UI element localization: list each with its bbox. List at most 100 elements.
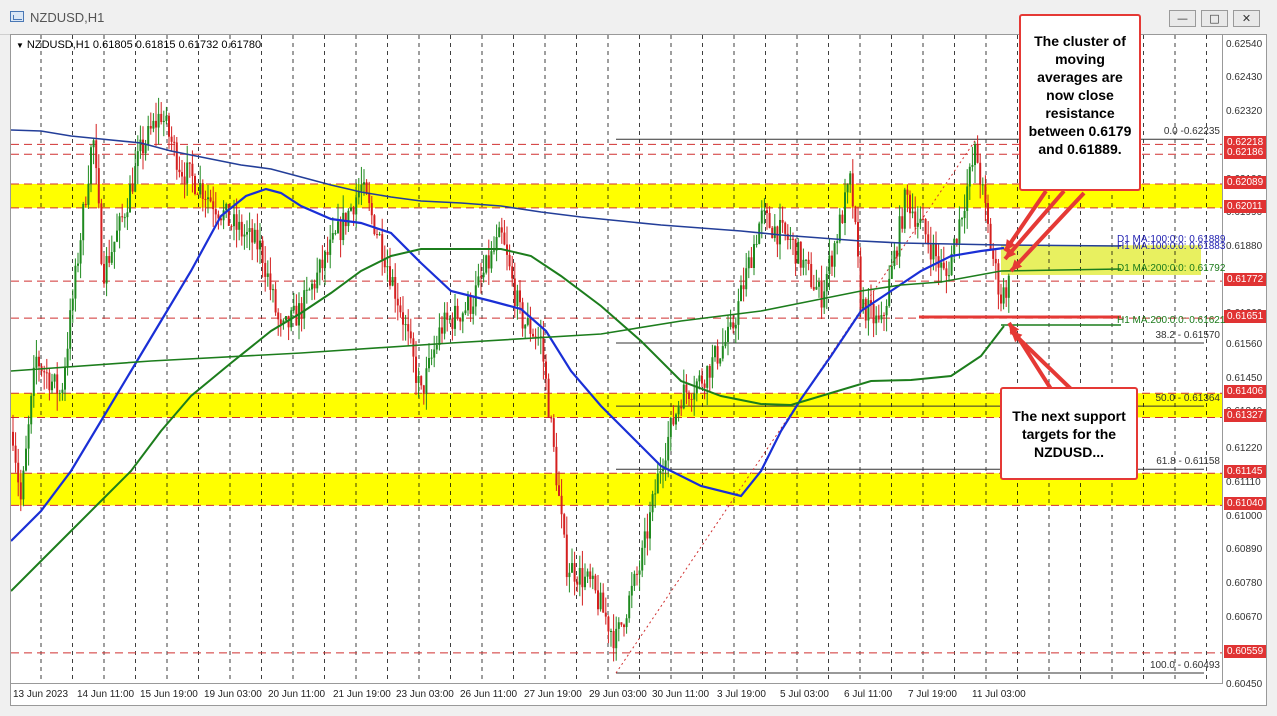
candle-body bbox=[389, 266, 391, 286]
candle-body bbox=[545, 361, 547, 379]
time-tick-label: 29 Jun 03:00 bbox=[589, 689, 647, 700]
candle-body bbox=[1002, 287, 1005, 304]
candle-body bbox=[516, 290, 519, 306]
candle-body bbox=[285, 316, 287, 321]
candle-body bbox=[409, 331, 412, 339]
candle-body bbox=[922, 218, 924, 220]
candle-body bbox=[914, 211, 917, 227]
moving-average-label: H1 MA:200:0:0: 0.61621 bbox=[1117, 315, 1226, 326]
candle-body bbox=[656, 473, 659, 494]
candle-body bbox=[859, 256, 862, 309]
candle-body bbox=[802, 259, 805, 268]
candle-body bbox=[160, 113, 163, 122]
candle-body bbox=[617, 622, 620, 629]
candle-body bbox=[646, 531, 649, 539]
candle-body bbox=[649, 512, 651, 539]
candle-body bbox=[711, 357, 714, 378]
candle-body bbox=[152, 120, 155, 129]
candle-body bbox=[552, 418, 555, 447]
candle-body bbox=[586, 571, 589, 577]
maximize-button[interactable]: □ bbox=[1201, 10, 1228, 27]
price-level-tag: 0.61040 bbox=[1224, 497, 1266, 511]
candle-body bbox=[607, 616, 610, 632]
resistance-callout: The cluster of moving averages are now c… bbox=[1019, 14, 1141, 191]
candle-body bbox=[487, 255, 490, 269]
time-tick-label: 15 Jun 19:00 bbox=[140, 689, 198, 700]
fib-level-label: 61.8 - 0.61158 bbox=[1156, 456, 1220, 468]
price-level-tag: 0.62089 bbox=[1224, 175, 1266, 189]
candle-body bbox=[246, 231, 248, 235]
candle-body bbox=[932, 244, 935, 260]
candle-body bbox=[753, 244, 755, 268]
candle-body bbox=[524, 324, 527, 329]
close-button[interactable]: ✕ bbox=[1233, 10, 1260, 27]
candle-body bbox=[701, 375, 703, 384]
time-tick-label: 20 Jun 11:00 bbox=[268, 689, 326, 700]
candle-body bbox=[602, 592, 605, 613]
time-tick-label: 14 Jun 11:00 bbox=[77, 689, 135, 700]
candle-body bbox=[532, 333, 534, 337]
candle-body bbox=[459, 318, 462, 322]
candle-body bbox=[693, 393, 696, 400]
candle-body bbox=[604, 612, 607, 617]
symbol-quote: NZDUSD,H1 0.61805 0.61815 0.61732 0.6178… bbox=[26, 39, 262, 51]
candle-body bbox=[630, 585, 633, 596]
candle-body bbox=[565, 534, 568, 578]
candle-body bbox=[688, 392, 690, 400]
h1-ma200-line bbox=[11, 248, 1005, 592]
price-tick-label: 0.61220 bbox=[1226, 443, 1263, 455]
candle-body bbox=[435, 345, 438, 350]
candle-body bbox=[490, 251, 493, 269]
candle-body bbox=[571, 563, 573, 573]
candle-body bbox=[662, 468, 664, 472]
candle-body bbox=[196, 193, 199, 195]
candle-body bbox=[706, 365, 709, 388]
candle-body bbox=[311, 283, 313, 290]
candle-body bbox=[126, 212, 129, 218]
minimize-button[interactable]: — bbox=[1169, 10, 1196, 27]
candle-body bbox=[204, 199, 207, 201]
time-tick-label: 3 Jul 19:00 bbox=[717, 689, 766, 700]
candle-body bbox=[344, 212, 347, 227]
candle-body bbox=[209, 197, 212, 202]
candle-body bbox=[747, 257, 750, 269]
candle-body bbox=[347, 210, 350, 227]
candle-body bbox=[157, 113, 160, 128]
dropdown-icon: ▼ bbox=[16, 41, 24, 50]
candle-body bbox=[955, 238, 958, 244]
candle-body bbox=[272, 289, 274, 291]
candle-body bbox=[547, 378, 550, 418]
candle-body bbox=[610, 630, 612, 632]
candle-body bbox=[906, 189, 909, 195]
candle-body bbox=[615, 628, 618, 649]
candle-body bbox=[789, 238, 792, 240]
time-tick-label: 5 Jul 03:00 bbox=[780, 689, 829, 700]
candle-body bbox=[25, 448, 27, 471]
candle-body bbox=[667, 436, 670, 461]
candle-body bbox=[981, 184, 984, 186]
vertical-scrollbar[interactable] bbox=[1267, 34, 1277, 706]
candle-body bbox=[100, 203, 103, 264]
candle-body bbox=[103, 263, 105, 284]
candle-body bbox=[708, 365, 711, 378]
fib-level-label: 0.0 -0.62235 bbox=[1163, 126, 1220, 138]
candle-body bbox=[864, 299, 867, 321]
candle-body bbox=[27, 424, 30, 449]
fib-level-label: 100.0 - 0.60493 bbox=[1149, 660, 1220, 672]
window-title: NZDUSD,H1 bbox=[30, 10, 105, 25]
candle-body bbox=[461, 313, 464, 322]
candle-body bbox=[560, 495, 563, 515]
candle-body bbox=[454, 305, 456, 329]
candle-body bbox=[386, 266, 389, 268]
candle-body bbox=[558, 485, 560, 496]
candle-body bbox=[812, 287, 815, 290]
candle-body bbox=[464, 310, 467, 314]
time-tick-label: 7 Jul 19:00 bbox=[908, 689, 957, 700]
price-tick-label: 0.60890 bbox=[1226, 544, 1263, 556]
candle-body bbox=[948, 275, 950, 277]
candle-body bbox=[412, 338, 415, 357]
candle-body bbox=[584, 576, 586, 588]
candle-body bbox=[526, 318, 529, 325]
candle-body bbox=[820, 282, 823, 308]
candle-body bbox=[147, 126, 150, 145]
